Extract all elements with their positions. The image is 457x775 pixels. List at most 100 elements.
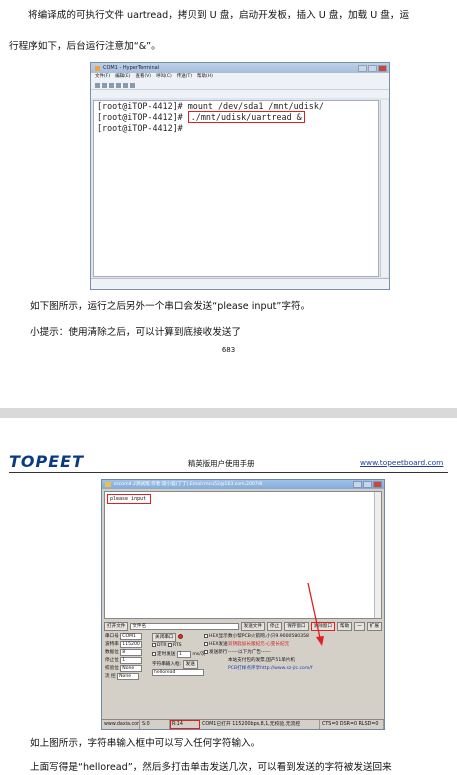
port-label: 串口号 [105,634,119,639]
dtr-label: DTR [157,643,167,648]
paragraph-tip: 小提示：使用清除之后，可以计算到底接收发送了 [30,327,242,338]
window-title: COM1 - HyperTerminal [103,65,160,71]
disconnect-icon[interactable] [116,82,121,88]
hex-send-label: HEX发送 [209,642,228,647]
send-file-button[interactable]: 发送文件 [240,622,265,631]
rts-label: RTS [173,643,182,648]
hyperterminal-titlebar: COM1 - HyperTerminal [91,63,389,73]
send-icon[interactable] [123,82,128,88]
new-icon[interactable] [95,82,100,88]
menu-help[interactable]: 帮助(H) [197,73,213,81]
page-gap [0,408,457,418]
vertical-scrollbar[interactable] [380,100,388,277]
topeet-logo: TOPEET [9,452,85,471]
toolbar [91,81,389,90]
promo-separator: ------以下为广告------ [228,650,271,655]
send-input[interactable]: helloread [152,669,204,676]
maximize-icon[interactable] [368,64,377,72]
help-button[interactable]: 帮助 [336,622,353,631]
close-icon[interactable] [378,64,387,72]
properties-icon[interactable] [130,82,135,88]
paragraph-result: 如下图所示，运行之后另外一个串口会发送“please input”字符。 [30,301,311,312]
promo-line-2: 双钥匙加长版纪元·心变长纪元 [228,642,290,647]
period-input[interactable]: 1 [176,651,191,658]
char-input-label: 字符串输入框: [152,662,182,667]
stop-button[interactable]: 停止 [267,622,283,631]
header-rule [9,472,448,473]
status-received: R:14 [170,720,200,729]
sscom-window: sscom4.2测试版,作者:聂小猛(丁丁),Email:mcu52@163.c… [101,479,385,730]
flow-select[interactable]: None [117,673,140,680]
filename-input[interactable]: 文件名 [130,623,239,630]
menu-view[interactable]: 查看(V) [135,73,151,81]
stopbits-label: 停止位 [105,658,119,663]
hex-display-label: HEX显示 [209,634,228,639]
status-sent: S:0 [140,720,170,729]
hex-send-checkbox[interactable] [204,641,208,646]
header-title: 精英版用户使用手册 [188,459,255,468]
rts-checkbox[interactable] [168,642,173,647]
control-panel: 串口号 COM1 波特率 115200 数据位 8 停止位 1 校验位 None… [104,633,382,709]
maximize-icon[interactable] [363,481,372,488]
file-toolbar: 打开文件 文件名 发送文件 停止 保存窗口 清除窗口 帮助 一 扩展 [104,622,382,631]
header-link[interactable]: www.topeetboard.com [360,458,443,467]
status-port: COM1已打开 115200bps,8,1,无校验,无流控 [200,720,320,729]
hyperterminal-window: COM1 - HyperTerminal 文件(F) 编辑(E) 查看(V) 呼… [90,62,390,290]
status-website[interactable]: www.daxia.com [102,720,140,729]
promo-line-1: 数小帮PCB火箭网,小只9.9000580358 [228,634,309,639]
open-icon[interactable] [102,82,107,88]
menu-edit[interactable]: 编辑(E) [115,73,130,81]
menu-bar: 文件(F) 编辑(E) 查看(V) 呼叫(C) 传送(T) 帮助(H) [91,73,389,81]
highlighted-command: ./mnt/udisk/uartread & [187,111,305,123]
phone-icon[interactable] [109,82,114,88]
expand-button[interactable]: 扩展 [366,622,382,631]
page-2: TOPEET 精英版用户使用手册 www.topeetboard.com ssc… [0,418,457,775]
paragraph-intro-line1: 将编译成的可执行文件 uartread，拷贝到 U 盘，启动开发板，插入 U 盘… [28,10,410,21]
status-bar [91,278,389,289]
databits-select[interactable]: 8 [120,649,143,656]
terminal-line: [root@iTOP-4412]# ./mnt/udisk/uartread & [94,111,378,123]
app-icon [95,65,100,71]
paragraph-send-note: 上面写得是“helloread”，然后多打击单击发送几次，可以看到发送的字符被发… [30,762,392,773]
vertical-scrollbar[interactable] [374,492,381,618]
hex-display-checkbox[interactable] [204,633,208,638]
menu-file[interactable]: 文件(F) [95,73,110,81]
open-file-button[interactable]: 打开文件 [104,622,129,631]
minimize-icon[interactable] [353,481,362,488]
session-tab-bar: COM1 [91,90,389,109]
paragraph-input-note: 如上图所示，字符串输入框中可以写入任何字符输入。 [30,738,261,749]
baud-label: 波特率 [105,642,119,647]
save-window-button[interactable]: 保存窗口 [284,622,309,631]
sscom-titlebar: sscom4.2测试版,作者:聂小猛(丁丁),Email:mcu52@163.c… [102,480,384,489]
menu-call[interactable]: 呼叫(C) [156,73,172,81]
menu-transfer[interactable]: 传送(T) [177,73,192,81]
promo-web[interactable]: PCB打样点评享http://www.sz-jlc.com/f [228,665,312,673]
send-newline-label: 发送新行 [209,650,228,655]
send-button[interactable]: 发送 [182,660,198,669]
send-newline-checkbox[interactable] [204,649,208,654]
status-lines: CTS=0 DSR=0 RLSD=0 [320,720,384,729]
minimize-icon[interactable] [358,64,367,72]
status-bar: www.daxia.com S:0 R:14 COM1已打开 115200bps… [102,719,384,729]
baud-select[interactable]: 115200 [120,641,143,648]
paragraph-intro-line2: 行程序如下，后台运行注意加“&”。 [9,41,161,52]
page-number: 683 [221,346,236,354]
databits-label: 数据位 [105,650,119,655]
parity-select[interactable]: None [120,665,143,672]
promo-line-3: 本站支付包的发票,国产51单片机 [228,658,296,663]
receive-area[interactable]: please input [104,491,382,619]
stopbits-select[interactable]: 1 [120,657,143,664]
port-select[interactable]: COM1 [120,633,143,640]
terminal-output[interactable]: [root@iTOP-4412]# mount /dev/sda1 /mnt/u… [93,100,379,277]
close-port-button[interactable]: 关闭串口 [152,633,177,642]
timed-send-label: 定时发送 [157,652,176,657]
minus-button[interactable]: 一 [354,622,365,631]
timed-send-checkbox[interactable] [152,651,156,656]
window-title: sscom4.2测试版,作者:聂小猛(丁丁),Email:mcu52@163.c… [114,482,263,487]
close-icon[interactable] [373,481,382,488]
received-text: please input [107,494,151,504]
dtr-checkbox[interactable] [152,642,156,647]
parity-label: 校验位 [105,666,119,671]
flow-label: 流 控 [105,674,116,679]
clear-window-button[interactable]: 清除窗口 [310,622,335,631]
